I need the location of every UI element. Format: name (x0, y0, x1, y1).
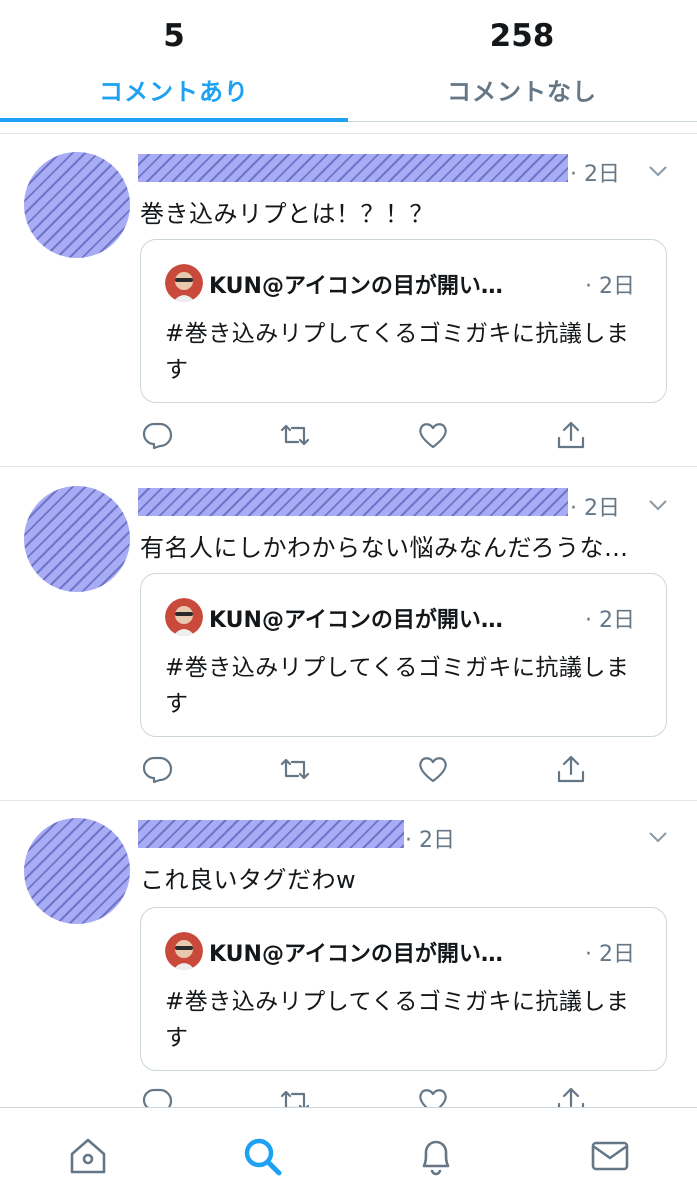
redacted-username[interactable] (138, 488, 568, 516)
reply-icon (142, 422, 173, 450)
reply-button[interactable] (140, 418, 174, 452)
tab-label: コメントなし (447, 78, 597, 106)
avatar[interactable] (24, 486, 130, 592)
avatar[interactable] (24, 818, 130, 924)
tab-count: 5 (163, 18, 185, 54)
retweet-button[interactable] (278, 752, 312, 786)
quoted-avatar (165, 598, 203, 636)
tweet-text: これ良いタグだわw (140, 866, 357, 894)
like-button[interactable] (416, 752, 450, 786)
chevron-down-icon[interactable] (648, 164, 668, 178)
avatar[interactable] (24, 152, 130, 258)
redacted-username[interactable] (138, 154, 568, 182)
quoted-timestamp: · 2日 (585, 942, 635, 967)
quoted-tweet[interactable]: KUN@アイコンの目が開い… · 2日 #巻き込みリプしてくるゴミガキに抗議しま… (140, 239, 667, 403)
quoted-timestamp: · 2日 (585, 608, 635, 633)
tab-label: コメントあり (99, 78, 249, 106)
retweet-button[interactable] (278, 418, 312, 452)
quoted-tweet[interactable]: KUN@アイコンの目が開い… · 2日 #巻き込みリプしてくるゴミガキに抗議しま… (140, 907, 667, 1071)
share-button[interactable] (554, 418, 588, 452)
quoted-avatar (165, 932, 203, 970)
tweet-timestamp[interactable]: · 2日 (570, 156, 620, 188)
quoted-timestamp: · 2日 (585, 274, 635, 299)
nav-notifications[interactable] (414, 1134, 458, 1178)
quoted-text: #巻き込みリプしてくるゴミガキに抗議します (165, 321, 630, 383)
notifications-icon (422, 1140, 450, 1176)
share-button[interactable] (554, 752, 588, 786)
quoted-username: KUN@アイコンの目が開い… (209, 942, 503, 967)
quoted-text: #巻き込みリプしてくるゴミガキに抗議します (165, 989, 630, 1051)
share-icon (557, 421, 585, 449)
tweet[interactable]: · 2日 巻き込みリプとは！？！？ KUN@アイコンの目が開い… · 2日 #巻… (0, 134, 697, 467)
bottom-nav (0, 1107, 697, 1200)
comment-tabs: 5 コメントあり 258 コメントなし (0, 0, 697, 122)
quoted-username: KUN@アイコンの目が開い… (209, 274, 503, 299)
tweet-text: 有名人にしかわからない悩みなんだろうな… (140, 534, 629, 562)
quoted-avatar (165, 264, 203, 302)
tweet-timestamp[interactable]: · 2日 (570, 490, 620, 522)
tweet-timestamp[interactable]: · 2日 (405, 822, 455, 854)
chevron-down-icon[interactable] (648, 498, 668, 512)
tweet-text: 巻き込みリプとは！？！？ (140, 200, 434, 228)
nav-home[interactable] (66, 1134, 110, 1178)
retweet-icon (280, 424, 310, 446)
like-icon (419, 423, 447, 449)
nav-search[interactable] (240, 1134, 284, 1178)
redacted-username[interactable] (138, 820, 404, 848)
home-icon (70, 1138, 106, 1174)
chevron-down-icon[interactable] (648, 830, 668, 844)
reply-button[interactable] (140, 752, 174, 786)
quoted-text: #巻き込みリプしてくるゴミガキに抗議します (165, 655, 630, 717)
like-icon (419, 757, 447, 783)
tweet[interactable]: · 2日 これ良いタグだわw KUN@アイコンの目が開い… · 2日 #巻き込み… (0, 802, 697, 1132)
reply-icon (142, 756, 173, 784)
search-icon (244, 1138, 282, 1176)
tab-without-comments[interactable]: 258 コメントなし (348, 0, 696, 122)
active-tab-indicator (0, 118, 348, 122)
quoted-tweet[interactable]: KUN@アイコンの目が開い… · 2日 #巻き込みリプしてくるゴミガキに抗議しま… (140, 573, 667, 737)
retweet-icon (280, 758, 310, 780)
share-icon (557, 755, 585, 783)
nav-messages[interactable] (588, 1134, 632, 1178)
messages-icon (591, 1141, 629, 1171)
quoted-username: KUN@アイコンの目が開い… (209, 608, 503, 633)
tab-count: 258 (489, 18, 555, 54)
like-button[interactable] (416, 418, 450, 452)
tweet[interactable]: · 2日 有名人にしかわからない悩みなんだろうな… KUN@アイコンの目が開い…… (0, 468, 697, 801)
tab-with-comments[interactable]: 5 コメントあり (0, 0, 348, 122)
